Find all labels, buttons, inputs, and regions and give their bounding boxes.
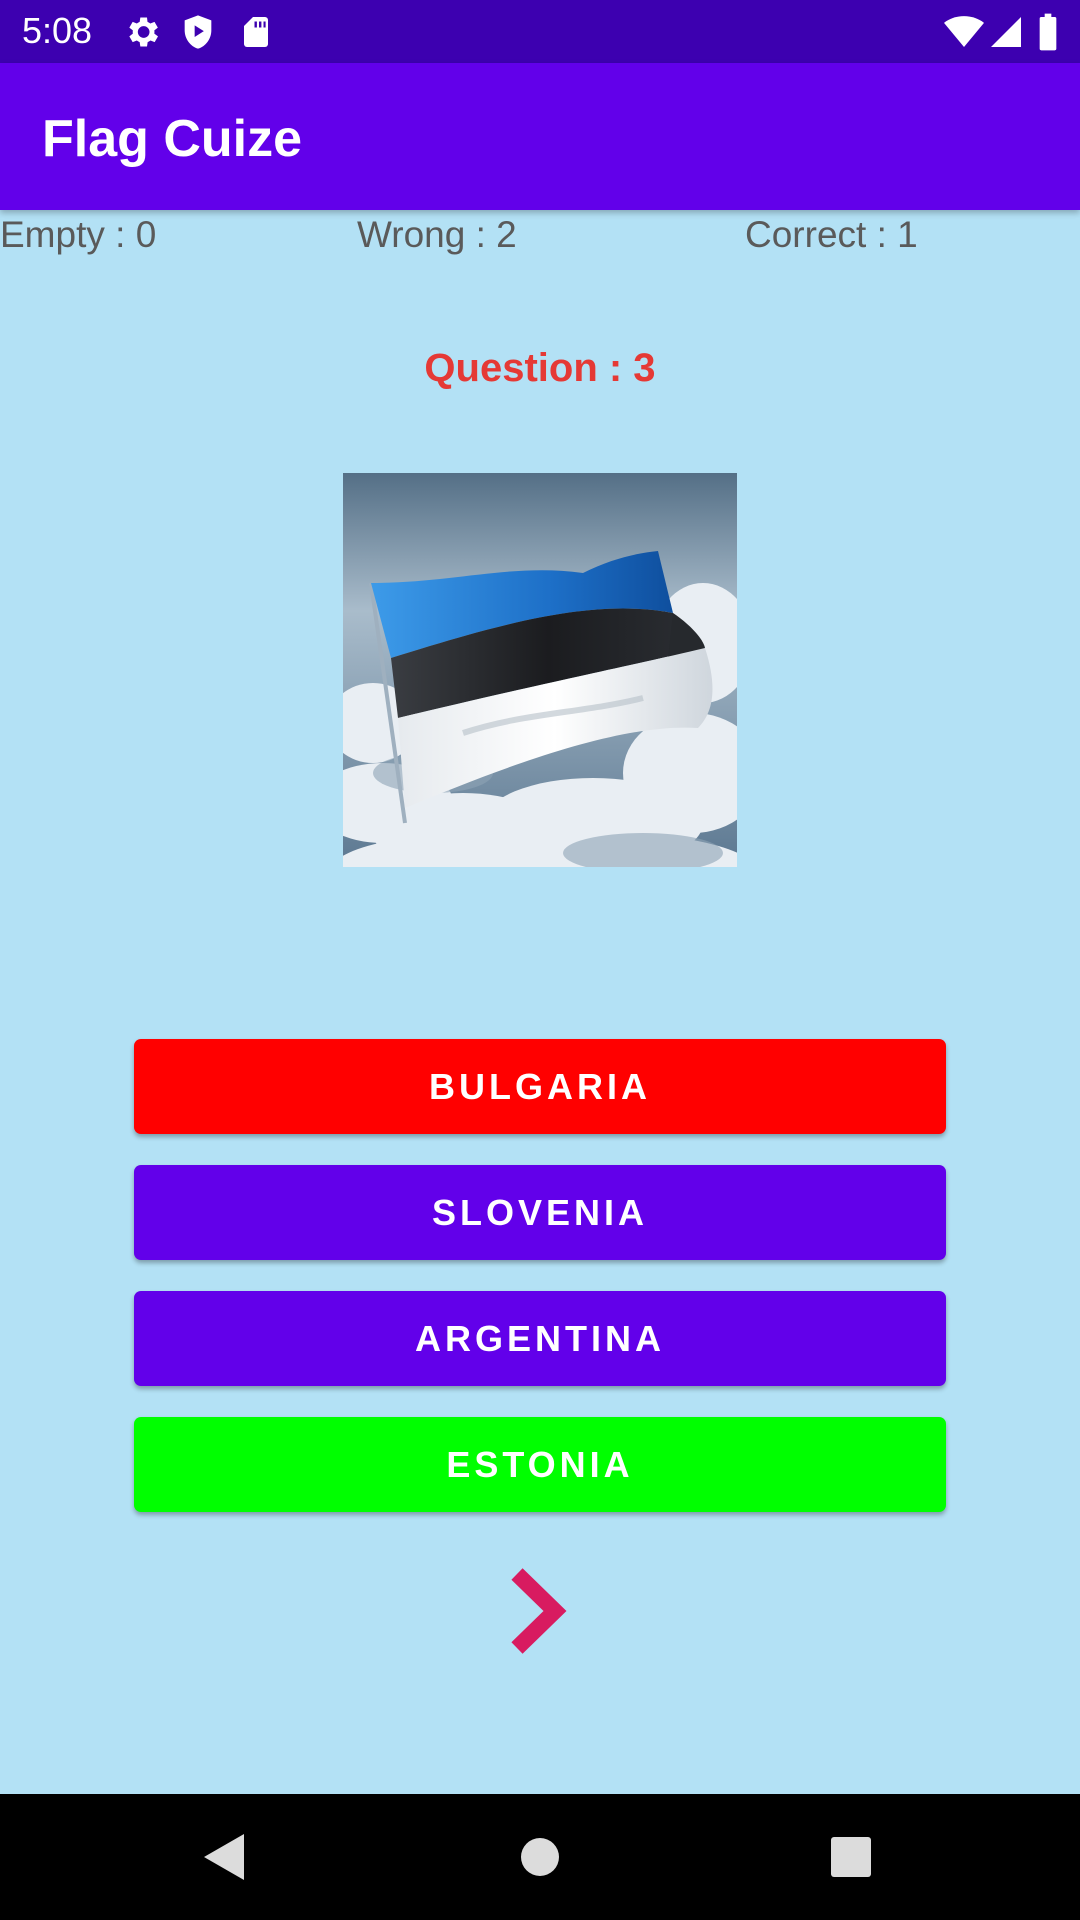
home-icon[interactable] xyxy=(505,1822,575,1892)
question-label: Question : 3 xyxy=(424,346,656,390)
app-bar: Flag Cuize xyxy=(0,63,1080,210)
gear-icon xyxy=(129,17,158,47)
navigation-bar xyxy=(0,1794,1080,1920)
signal-icon xyxy=(991,17,1021,47)
recents-icon[interactable] xyxy=(816,1822,886,1892)
empty-count: Empty : 0 xyxy=(0,214,157,255)
sd-card-icon xyxy=(244,17,268,47)
chevron-right-icon[interactable] xyxy=(505,1566,575,1656)
answer-button-bulgaria[interactable]: BULGARIA xyxy=(134,1039,946,1134)
battery-icon xyxy=(1039,13,1057,51)
answer-button-argentina[interactable]: ARGENTINA xyxy=(134,1291,946,1386)
flag-image xyxy=(343,473,737,867)
shield-play-icon xyxy=(184,15,212,49)
answer-button-slovenia[interactable]: SLOVENIA xyxy=(134,1165,946,1260)
correct-count: Correct : 1 xyxy=(745,214,918,255)
back-icon[interactable] xyxy=(190,1822,260,1892)
status-time: 5:08 xyxy=(22,10,93,51)
wifi-icon xyxy=(944,16,984,47)
status-bar: 5:08 xyxy=(0,0,1080,63)
app-title: Flag Cuize xyxy=(42,110,303,168)
answer-button-estonia[interactable]: ESTONIA xyxy=(134,1417,946,1512)
wrong-count: Wrong : 2 xyxy=(357,214,517,255)
